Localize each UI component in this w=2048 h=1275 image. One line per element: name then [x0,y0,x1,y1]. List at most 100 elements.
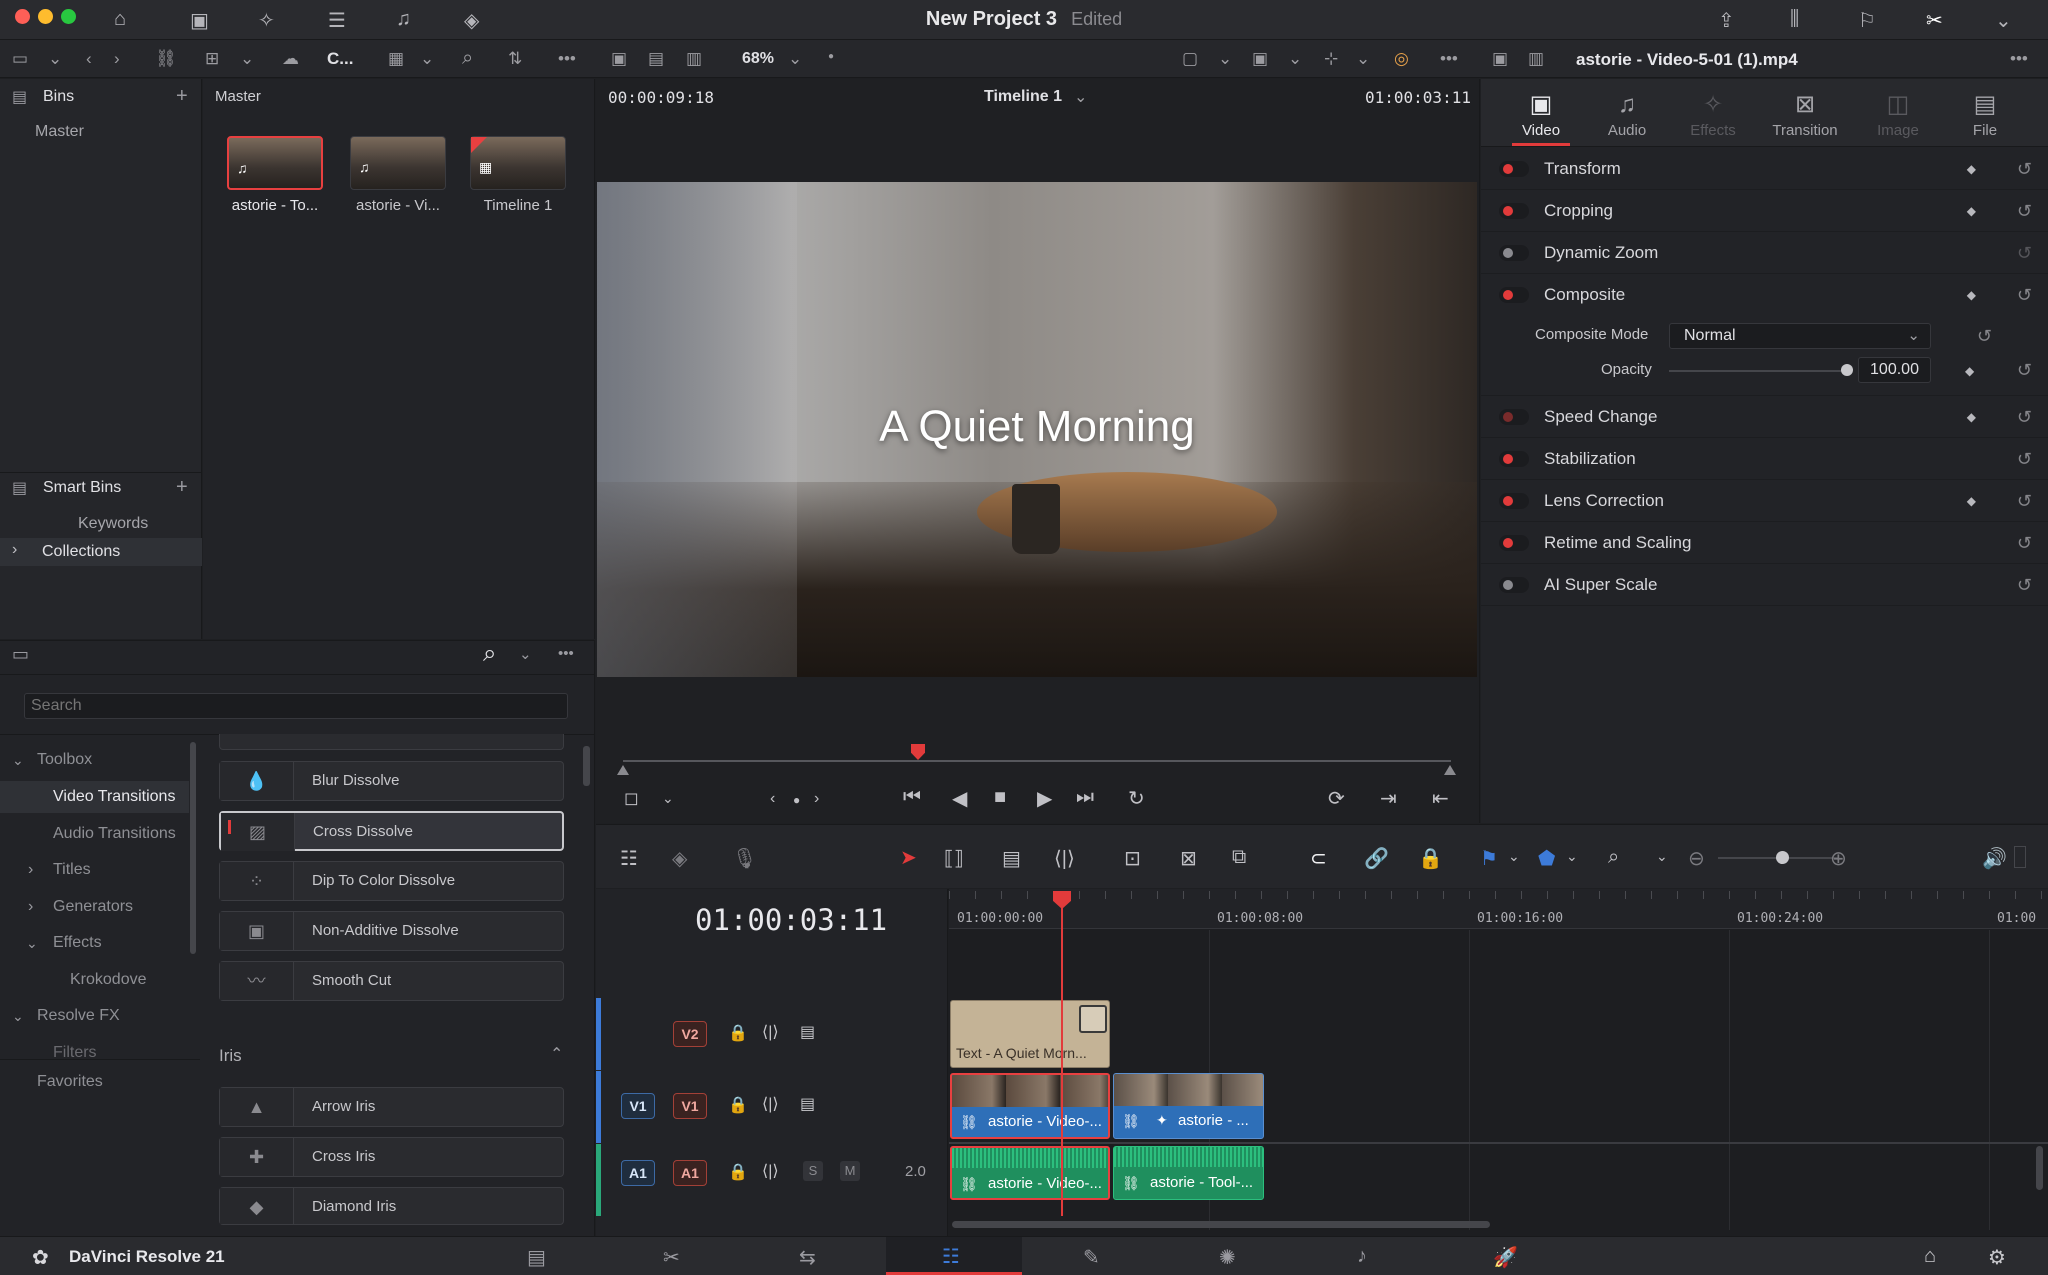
chevron-down-icon[interactable]: ⌄ [240,49,254,69]
sidebar-toggle-icon[interactable]: ▭ [12,644,29,665]
panel-toggle-icon[interactable]: ▭ [12,49,28,69]
flag-icon[interactable]: ⚑ [1480,846,1498,871]
reverse-play-icon[interactable]: ◀ [952,786,967,811]
chevron-up-icon[interactable]: ⌃ [550,1044,563,1064]
lock-icon[interactable]: 🔒 [728,1162,748,1182]
zoom-in-icon[interactable]: ⊕ [1830,846,1847,871]
reset-icon[interactable]: ↺ [2017,396,2032,438]
go-to-start-icon[interactable]: ⏮ [903,786,921,809]
solo-button[interactable]: S [803,1161,823,1181]
tab-image[interactable]: ◫ Image [1853,88,1943,139]
linked-selection-icon[interactable]: 🔗 [1364,846,1389,871]
list-item-partial[interactable] [219,734,564,750]
chevron-down-icon[interactable]: ⌄ [662,790,674,807]
toggle-enabled-icon[interactable] [1499,451,1529,467]
import-icon[interactable]: ⊞ [205,49,219,69]
tab-effects[interactable]: ✧ Effects [1668,88,1758,139]
timeline-ruler[interactable]: 01:00:00:00 01:00:08:00 01:00:16:00 01:0… [949,889,2048,929]
inspector-tools-icon[interactable]: ✂ [1926,8,1943,33]
sync-page-icon[interactable]: ⇆ [799,1245,816,1270]
timeline-selector[interactable]: Timeline 1 [984,88,1062,106]
loop-icon[interactable]: ↻ [1128,786,1145,811]
prev-clip-icon[interactable]: ‹ [770,790,775,808]
keyframe-icon[interactable]: ◆ [1967,480,1976,522]
search-icon[interactable]: ⌕ [462,47,473,70]
clip-thumbnail[interactable]: ♫ [350,136,446,190]
tab-file[interactable]: ▤ File [1940,88,2030,139]
tab-video[interactable]: ▣ Video [1496,88,1586,139]
chevron-down-icon[interactable]: ⌄ [48,49,62,69]
back-icon[interactable]: ‹ [86,49,92,69]
selection-tool-icon[interactable]: ➤ [900,845,917,870]
replace-clip-icon[interactable]: ⧉ [1232,846,1246,869]
tree-generators[interactable]: › Generators [0,891,200,923]
audio-clip[interactable]: ⛓ astorie - Tool-... [1113,1146,1264,1200]
more-panels-icon[interactable]: ⌄ [1995,8,2012,33]
overwrite-clip-icon[interactable]: ⊠ [1180,846,1197,871]
cross-iris-item[interactable]: ✚ Cross Iris [219,1137,564,1177]
inspector-split-icon[interactable]: ▥ [1528,49,1544,69]
zoom-out-icon[interactable]: ⊖ [1688,846,1705,871]
tree-krokodove[interactable]: Krokodove [0,964,200,996]
hq-icon[interactable]: ▣ [1252,49,1268,69]
dip-to-color-dissolve-item[interactable]: ⁘ Dip To Color Dissolve [219,861,564,901]
match-frame-icon[interactable]: ⟳ [1328,786,1345,811]
cloud-icon[interactable]: ☁ [282,49,299,69]
tree-resolve-fx[interactable]: ⌄ Resolve FX [0,1000,200,1032]
volume-icon[interactable]: 🔊 [1982,846,2007,871]
tree-favorites[interactable]: Favorites [0,1066,200,1098]
track-v1-badge[interactable]: V1 [673,1093,707,1119]
effects-search-input[interactable] [24,693,568,719]
speed-change-section[interactable]: Speed Change ◆ ↺ [1481,396,2048,438]
inspector-view-icon[interactable]: ▣ [1492,49,1508,69]
retime-scaling-section[interactable]: Retime and Scaling ↺ [1481,522,2048,564]
timeline-playhead[interactable] [1061,891,1063,1216]
link-icon[interactable]: ⛓ [155,49,177,69]
export-icon[interactable]: ⇪ [1718,8,1735,33]
chevron-down-icon[interactable]: ⌄ [519,645,532,663]
render-cache-icon[interactable]: ◈ [672,846,687,871]
cut-page-icon[interactable]: ✂ [663,1245,680,1270]
clip-thumbnail[interactable]: ♫ [227,136,323,190]
home-icon[interactable]: ⌂ [1924,1245,1936,1268]
keyframe-icon[interactable]: ◆ [1967,396,1976,438]
cross-dissolve-item[interactable]: ▨ Cross Dissolve [219,811,564,851]
color-page-icon[interactable]: ✺ [1219,1245,1236,1270]
timeline-options-icon[interactable]: ☷ [620,846,638,871]
marker-icon[interactable]: ⬟ [1538,846,1555,871]
auto-select-icon[interactable]: ⟨|⟩ [762,1022,779,1042]
tab-transition[interactable]: ⊠ Transition [1760,88,1850,139]
track-enable-icon[interactable]: ▤ [800,1094,815,1114]
chevron-down-icon[interactable]: ⌄ [1508,848,1520,865]
keyframe-icon[interactable]: ◆ [1965,364,1974,378]
toggle-enabled-icon[interactable] [1499,161,1529,177]
settings-gear-icon[interactable]: ⚙ [1988,1245,2006,1270]
mixer-icon[interactable]: ⫼ [1790,8,1799,31]
stabilization-section[interactable]: Stabilization ↺ [1481,438,2048,480]
stop-icon[interactable]: ■ [994,786,1006,809]
track-enable-icon[interactable]: ▤ [800,1022,815,1042]
timeline-thumbnail[interactable]: ▦ [470,136,566,190]
collapsed-bin-label[interactable]: C... [327,49,353,69]
keywords-bin[interactable]: Keywords [78,515,148,533]
cropping-section[interactable]: Cropping ◆ ↺ [1481,190,2048,232]
transform-overlay-icon[interactable]: ⊹ [1324,49,1338,69]
fusion-page-icon[interactable]: ✎ [1083,1245,1100,1270]
chevron-down-icon[interactable]: ⌄ [1288,49,1302,69]
track-v2-badge[interactable]: V2 [673,1021,707,1047]
zoom-view-icon[interactable]: ⌕ [1608,846,1619,869]
reset-icon[interactable]: ↺ [2017,274,2032,316]
reset-icon[interactable]: ↺ [2017,360,2032,381]
video-clip[interactable]: ⛓ astorie - Video-... [950,1073,1110,1139]
grid-view-icon[interactable]: ▦ [388,49,404,69]
toggle-disabled-icon[interactable] [1499,245,1529,261]
reset-icon[interactable]: ↺ [2017,564,2032,606]
lock-icon[interactable]: 🔒 [728,1023,748,1043]
search-icon[interactable]: ⌕ [483,640,496,668]
opacity-slider-handle[interactable] [1841,364,1853,376]
master-bin[interactable]: Master [35,123,84,141]
opacity-input[interactable]: 100.00 [1858,357,1931,383]
timeline-horizontal-scrollbar[interactable] [952,1221,1490,1228]
collections-row[interactable]: › Collections [0,538,202,566]
chevron-down-icon[interactable]: ⌄ [1356,49,1370,69]
